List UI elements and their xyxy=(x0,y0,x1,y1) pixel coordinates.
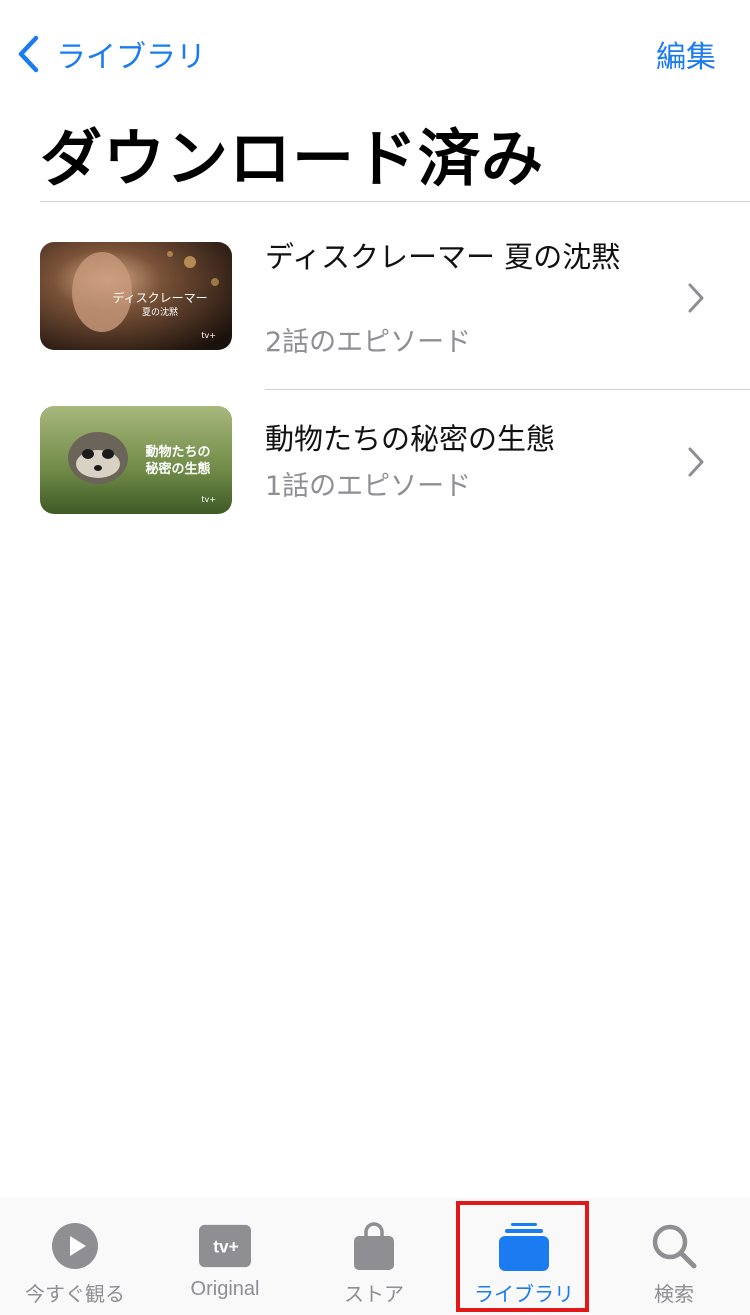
item-subtitle: 2話のエピソード xyxy=(265,327,472,358)
tab-label: Original xyxy=(190,1278,260,1300)
page-title: ダウンロード済み xyxy=(40,122,545,195)
tab-bar: 今すぐ観る tv+ Original ストア ライブラリ 検索 xyxy=(0,1198,750,1315)
tab-search[interactable]: 検索 xyxy=(599,1198,749,1315)
list-item-disclaimer[interactable]: ディスクレーマー 夏の沈黙 tv+ ディスクレーマー 夏の沈黙 2話のエピソード xyxy=(0,201,750,365)
tv-plus-text: tv+ xyxy=(213,1237,239,1257)
thumb-badge: tv+ xyxy=(201,331,216,340)
edit-button[interactable]: 編集 xyxy=(656,32,716,76)
back-button[interactable]: ライブラリ xyxy=(16,32,206,76)
play-icon xyxy=(49,1220,101,1272)
thumbnail: ディスクレーマー 夏の沈黙 tv+ xyxy=(40,242,232,350)
chevron-right-icon xyxy=(688,283,704,313)
thumbnail: 動物たちの 秘密の生態 tv+ xyxy=(40,406,232,514)
bag-icon xyxy=(348,1220,400,1272)
thumb-badge: tv+ xyxy=(201,495,216,504)
item-title: ディスクレーマー 夏の沈黙 xyxy=(265,240,621,274)
back-label: ライブラリ xyxy=(56,40,206,75)
thumb-title: ディスクレーマー xyxy=(112,290,207,305)
tab-label: ストア xyxy=(344,1284,404,1306)
library-icon xyxy=(498,1220,550,1272)
tab-label: 今すぐ観る xyxy=(25,1284,125,1306)
thumb-subtitle: 夏の沈黙 xyxy=(142,306,178,318)
tab-store[interactable]: ストア xyxy=(299,1198,449,1315)
thumb-subtitle: 秘密の生態 xyxy=(145,461,210,477)
item-title: 動物たちの秘密の生態 xyxy=(265,422,556,456)
tab-label: ライブラリ xyxy=(474,1284,574,1306)
search-icon xyxy=(648,1220,700,1272)
apple-tv-plus-icon: tv+ xyxy=(199,1220,251,1272)
app-screen: ライブラリ 編集 ダウンロード済み ディスクレーマー 夏の沈黙 tv+ ディスク… xyxy=(0,0,750,1315)
list-item-animals[interactable]: 動物たちの 秘密の生態 tv+ 動物たちの秘密の生態 1話のエピソード xyxy=(0,365,750,529)
chevron-right-icon xyxy=(688,447,704,477)
tab-watch-now[interactable]: 今すぐ観る xyxy=(0,1198,150,1315)
tab-original[interactable]: tv+ Original xyxy=(150,1198,300,1315)
thumb-title: 動物たちの xyxy=(145,444,210,460)
tab-library[interactable]: ライブラリ xyxy=(449,1198,599,1315)
item-subtitle: 1話のエピソード xyxy=(265,471,472,502)
chevron-left-icon xyxy=(18,35,39,73)
tab-label: 検索 xyxy=(654,1284,694,1306)
